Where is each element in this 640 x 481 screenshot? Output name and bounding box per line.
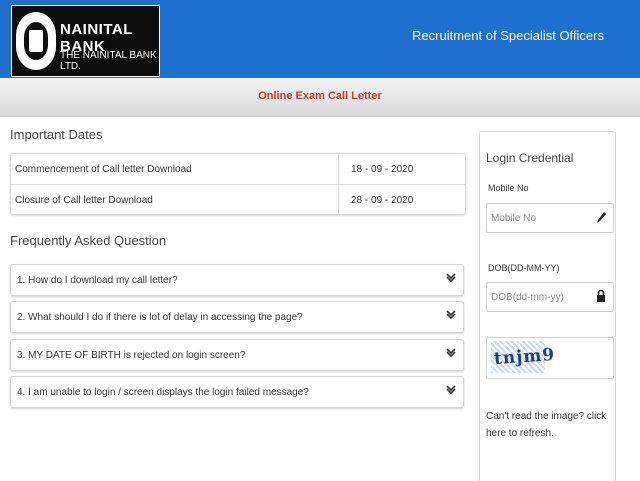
dob-input[interactable] — [491, 289, 591, 305]
chevron-down-icon[interactable] — [445, 346, 457, 358]
faq-question: 2. What should I do if there is lot of d… — [17, 312, 303, 323]
faq-item-3[interactable]: 3. MY DATE OF BIRTH is rejected on login… — [10, 339, 464, 371]
pencil-icon — [595, 210, 607, 224]
lock-icon — [595, 289, 607, 303]
date-label: Closure of Call letter Download — [15, 195, 153, 206]
table-row: Closure of Call letter Download 28 - 09 … — [11, 184, 465, 215]
captcha-image: tnjm9 — [491, 341, 556, 373]
bank-subtitle: THE NAINITAL BANK LTD. — [60, 50, 157, 72]
important-dates-table: Commencement of Call letter Download 18 … — [10, 153, 466, 215]
login-panel: Login Credential Mobile No DOB(DD-MM-YY)… — [479, 131, 616, 481]
chevron-down-icon[interactable] — [445, 271, 457, 283]
faq-item-1[interactable]: 1. How do I download my call letter? — [10, 264, 464, 296]
faq-question: 3. MY DATE OF BIRTH is rejected on login… — [17, 350, 246, 361]
mobile-field-box — [486, 203, 614, 233]
captcha-box: tnjm9 — [486, 337, 614, 379]
bank-seal-icon — [16, 12, 56, 70]
recruitment-title: Recruitment of Specialist Officers — [412, 28, 604, 43]
faq-question: 4. I am unable to login / screen display… — [17, 387, 309, 398]
faq-question: 1. How do I download my call letter? — [17, 275, 178, 286]
faq-item-2[interactable]: 2. What should I do if there is lot of d… — [10, 301, 464, 333]
important-dates-heading: Important Dates — [10, 127, 103, 142]
chevron-down-icon[interactable] — [445, 308, 457, 320]
chevron-down-icon[interactable] — [445, 383, 457, 395]
mobile-input[interactable] — [491, 210, 591, 226]
mobile-label: Mobile No — [488, 183, 529, 193]
page-subheader: Online Exam Call Letter — [0, 78, 640, 117]
date-value: 18 - 09 - 2020 — [351, 164, 414, 175]
column-divider — [338, 185, 339, 215]
captcha-refresh-link[interactable]: Can't read the image? click here to refr… — [486, 408, 611, 442]
faq-item-4[interactable]: 4. I am unable to login / screen display… — [10, 376, 464, 408]
column-divider — [338, 154, 339, 184]
site-header: NAINITAL BANK THE NAINITAL BANK LTD. Rec… — [0, 0, 640, 78]
bank-logo[interactable]: NAINITAL BANK THE NAINITAL BANK LTD. — [11, 5, 160, 77]
table-row: Commencement of Call letter Download 18 … — [11, 154, 465, 184]
captcha-text: tnjm9 — [493, 344, 556, 370]
date-label: Commencement of Call letter Download — [15, 164, 192, 175]
login-heading: Login Credential — [486, 151, 574, 165]
dob-field-box — [486, 282, 614, 312]
dob-label: DOB(DD-MM-YY) — [488, 263, 560, 273]
page-title: Online Exam Call Letter — [258, 90, 382, 102]
faq-heading: Frequently Asked Question — [10, 233, 167, 248]
date-value: 28 - 09 - 2020 — [351, 195, 414, 206]
